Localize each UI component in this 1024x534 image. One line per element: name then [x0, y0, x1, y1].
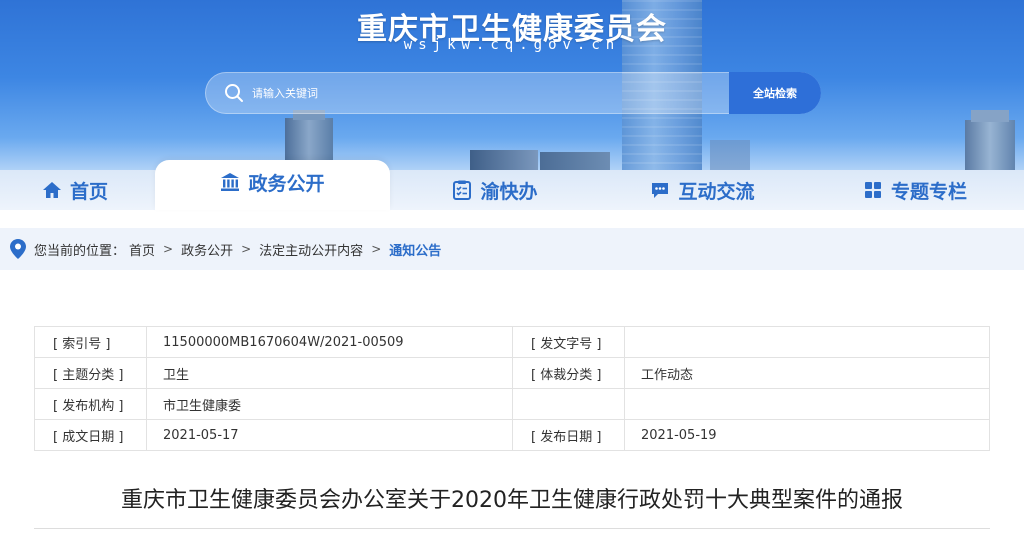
- document-title: 重庆市卫生健康委员会办公室关于2020年卫生健康行政处罚十大典型案件的通报: [121, 488, 903, 513]
- header-banner: 重庆市卫生健康委员会 wsjkw.cq.gov.cn 全站检索: [0, 0, 1024, 172]
- breadcrumb-statutory-disclosure[interactable]: 法定主动公开内容: [259, 240, 363, 259]
- home-icon: [42, 182, 61, 198]
- search-input[interactable]: [252, 73, 732, 113]
- site-domain: wsjkw.cq.gov.cn: [403, 37, 621, 53]
- info-key: [ 发布机构 ]: [34, 388, 147, 420]
- chat-bubble-icon: [652, 183, 669, 198]
- breadcrumb-government-affairs[interactable]: 政务公开: [181, 240, 233, 259]
- info-key: [ 索引号 ]: [34, 326, 147, 358]
- nav-item-label: 专题专栏: [890, 180, 967, 203]
- title-divider: [34, 528, 990, 529]
- nav-item-label: 首页: [69, 180, 108, 203]
- info-key: [512, 388, 625, 420]
- info-key: [ 发文字号 ]: [512, 326, 625, 358]
- table-row: [ 索引号 ] 11500000MB1670604W/2021-00509 [ …: [34, 326, 990, 358]
- info-key: [ 体裁分类 ]: [512, 357, 625, 389]
- info-value: 工作动态: [624, 357, 990, 389]
- breadcrumb-separator: >: [163, 242, 174, 256]
- checklist-icon: [453, 180, 472, 200]
- site-search-button[interactable]: 全站检索: [729, 72, 821, 114]
- breadcrumb-prefix: 您当前的位置：: [34, 243, 126, 259]
- info-value: 11500000MB1670604W/2021-00509: [146, 326, 513, 358]
- table-row: [ 发布机构 ] 市卫生健康委: [34, 388, 990, 420]
- table-row: [ 主题分类 ] 卫生 [ 体裁分类 ] 工作动态: [34, 357, 990, 389]
- info-key: [ 成文日期 ]: [34, 419, 147, 451]
- government-building-icon: [221, 173, 240, 191]
- nav-item-government-affairs[interactable]: 政务公开: [155, 160, 390, 210]
- info-value: 2021-05-19: [624, 419, 990, 451]
- nav-item-label: 互动交流: [678, 180, 755, 203]
- document-info-table: [ 索引号 ] 11500000MB1670604W/2021-00509 [ …: [34, 326, 990, 451]
- breadcrumb-separator: >: [241, 242, 252, 256]
- nav-item-special-topics[interactable]: 专题专栏: [815, 170, 1015, 210]
- nav-item-yukuaiban[interactable]: 渝快办: [400, 170, 590, 210]
- info-value: 2021-05-17: [146, 419, 513, 451]
- info-value: [624, 326, 990, 358]
- breadcrumb-separator: >: [371, 242, 382, 256]
- nav-item-label: 渝快办: [480, 180, 538, 203]
- info-value: 市卫生健康委: [146, 388, 513, 420]
- nav-item-interaction[interactable]: 互动交流: [600, 170, 805, 210]
- breadcrumb-current-notices[interactable]: 通知公告: [389, 240, 441, 259]
- search-icon: [225, 84, 243, 102]
- info-value: [624, 388, 990, 420]
- info-key: [ 主题分类 ]: [34, 357, 147, 389]
- grid-icon: [864, 182, 881, 198]
- nav-item-label: 政务公开: [248, 172, 325, 195]
- breadcrumb-home[interactable]: 首页: [129, 240, 155, 259]
- search-box: 全站检索: [205, 72, 821, 114]
- table-row: [ 成文日期 ] 2021-05-17 [ 发布日期 ] 2021-05-19: [34, 419, 990, 451]
- info-key: [ 发布日期 ]: [512, 419, 625, 451]
- nav-item-home[interactable]: 首页: [0, 170, 150, 210]
- location-pin-icon: [10, 239, 26, 259]
- main-nav: 首页 政务公开 渝快办 互动交流 专题专栏: [0, 160, 1024, 210]
- breadcrumb: 您当前的位置： 首页 > 政务公开 > 法定主动公开内容 > 通知公告: [0, 228, 1024, 270]
- info-value: 卫生: [146, 357, 513, 389]
